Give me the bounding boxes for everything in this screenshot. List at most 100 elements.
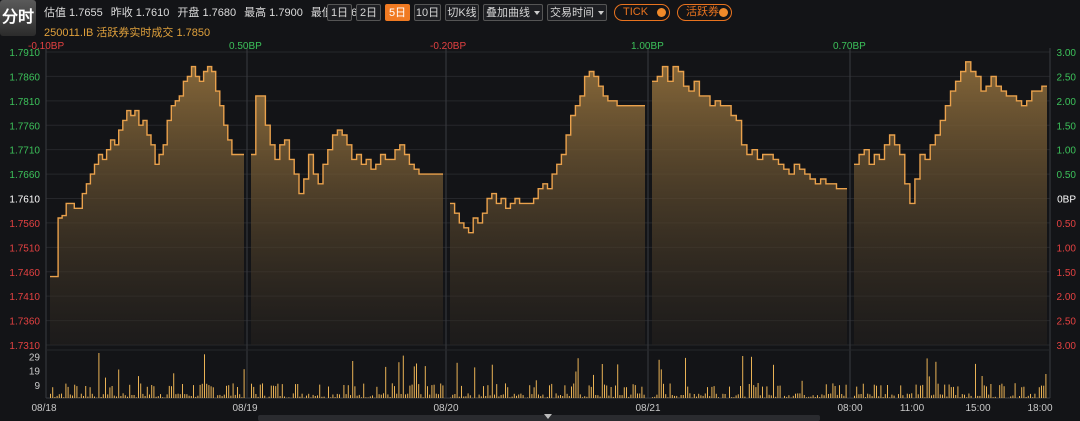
volume-bar (674, 395, 675, 398)
volume-bar (184, 394, 186, 398)
volume-bar (52, 387, 54, 398)
volume-bar (799, 393, 801, 398)
volume-bar (237, 387, 238, 398)
volume-bar (946, 396, 948, 398)
volume-bar (735, 395, 737, 398)
volume-bar (491, 364, 493, 398)
volume-bar (407, 393, 409, 398)
time-scrollbar[interactable] (258, 415, 820, 421)
volume-bar (549, 385, 550, 398)
volume-bar (964, 394, 965, 398)
volume-bar (480, 396, 482, 398)
volume-bar (704, 393, 706, 398)
price-area-08-21 (652, 66, 847, 345)
scroll-handle-icon[interactable] (544, 414, 552, 419)
volume-bar (105, 377, 106, 398)
volume-bar (270, 385, 272, 398)
volume-bar (922, 384, 924, 398)
volume-bar (336, 393, 338, 398)
volume-bar (557, 395, 559, 398)
y-left-tick-label: 1.7710 (9, 146, 40, 157)
volume-bar (54, 397, 56, 398)
volume-bar (713, 386, 715, 398)
volume-bar (862, 383, 864, 398)
volume-bar (566, 393, 568, 398)
volume-bar (201, 383, 203, 398)
volume-bar (520, 393, 522, 398)
volume-bar (378, 394, 380, 398)
intraday-chart[interactable]: 1.79101.78601.78101.77601.77101.76601.76… (0, 0, 1080, 421)
volume-bar (91, 393, 93, 398)
volume-bar (928, 376, 930, 398)
volume-bar (98, 353, 100, 398)
volume-bar (383, 393, 384, 398)
volume-bar (878, 396, 880, 398)
volume-bar (323, 396, 325, 398)
volume-bar (358, 394, 360, 398)
volume-bar (239, 394, 241, 398)
volume-bar (352, 361, 354, 398)
volume-bar (803, 395, 805, 398)
volume-bar (502, 394, 504, 398)
volume-bar (389, 397, 391, 398)
volume-bar (100, 397, 102, 398)
volume-bar (129, 384, 131, 398)
volume-bar (369, 396, 371, 398)
day-change-label: 0.70BP (833, 41, 866, 52)
volume-bar (243, 369, 245, 398)
volume-bar (828, 394, 829, 398)
volume-bar (1014, 383, 1016, 398)
volume-bar (671, 395, 673, 398)
volume-bar (257, 396, 259, 398)
volume-bar (179, 394, 181, 398)
volume-bar (988, 394, 990, 398)
volume-bar (788, 395, 790, 398)
volume-bar (909, 394, 910, 398)
volume-bar (87, 396, 89, 398)
volume-bar (496, 384, 498, 398)
volume-bar (221, 396, 223, 398)
volume-bar (78, 397, 80, 398)
volume-bar (832, 383, 834, 398)
volume-bar (507, 387, 509, 398)
volume-bar (924, 397, 926, 398)
volume-bar (144, 396, 146, 398)
volume-bar (89, 387, 91, 398)
volume-bar (1041, 385, 1042, 398)
volume-bar (65, 383, 67, 398)
y-left-tick-label: 1.7410 (9, 292, 40, 303)
volume-bar (142, 393, 144, 398)
volume-bar (810, 396, 812, 398)
volume-bar (234, 394, 236, 398)
volume-bar (742, 356, 744, 398)
volume-bar (259, 384, 261, 398)
volume-bar (630, 394, 632, 398)
volume-bar (1001, 383, 1003, 398)
volume-bar (643, 394, 645, 398)
volume-bar (722, 393, 724, 398)
volume-bar (935, 361, 937, 398)
volume-bar (465, 396, 467, 398)
volume-tick-label: 9 (34, 381, 40, 392)
volume-bar (279, 396, 281, 398)
volume-bar (166, 394, 168, 398)
volume-bar (1045, 374, 1047, 398)
y-right-tick-label: 1.50 (1057, 121, 1077, 132)
y-right-tick-label: 1.00 (1057, 243, 1077, 254)
volume-bar (385, 366, 387, 398)
volume-bar (610, 387, 612, 398)
volume-bar (1030, 393, 1031, 398)
volume-bar (273, 385, 274, 398)
day-change-label: -0.10BP (28, 41, 64, 52)
volume-bar (968, 393, 970, 398)
volume-bar (619, 395, 621, 398)
volume-bar (478, 394, 480, 398)
volume-bar (102, 394, 104, 398)
volume-bar (522, 395, 524, 398)
volume-bar (858, 394, 860, 398)
volume-bar (1032, 397, 1034, 398)
volume-bar (356, 395, 358, 398)
volume-bar (135, 397, 137, 398)
volume-bar (939, 394, 941, 398)
volume-bar (483, 386, 484, 398)
